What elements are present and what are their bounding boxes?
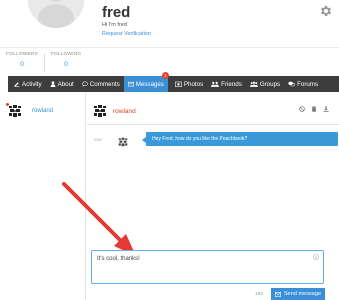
message-row: Hey Fred, how do you like the Peachbook? — [118, 132, 338, 147]
profile-name: fred — [102, 4, 131, 21]
trash-icon[interactable] — [311, 106, 317, 112]
tab-photos-label: Photos — [183, 80, 204, 88]
tab-groups-label: Groups — [259, 80, 281, 88]
thread-header: rowland — [93, 104, 136, 118]
profile-stats: FOLLOWERS 0 FOLLOWING 0 — [0, 47, 339, 77]
groups-icon — [249, 81, 258, 87]
send-message-button[interactable]: Send message — [271, 288, 325, 300]
followers-label: FOLLOWERS — [6, 52, 38, 57]
tab-forums[interactable]: Forums — [284, 76, 322, 92]
envelope-icon — [127, 81, 134, 87]
comment-icon — [82, 81, 88, 87]
following-count: 0 — [64, 61, 68, 68]
conversation-name: rowland — [32, 108, 54, 114]
tab-comments-label: Comments — [89, 80, 120, 88]
edit-icon — [14, 82, 20, 87]
sender-avatar — [118, 134, 128, 147]
followers-count: 0 — [20, 61, 24, 68]
tab-groups[interactable]: Groups — [246, 76, 284, 92]
tab-activity[interactable]: Activity — [10, 76, 46, 92]
friends-icon — [211, 81, 220, 87]
message-input[interactable]: It's cool, thanks! — [92, 251, 323, 283]
tab-messages[interactable]: Messages 1 — [123, 72, 169, 92]
tab-about-label: About — [57, 80, 74, 88]
tab-friends-label: Friends — [221, 80, 242, 88]
profile-avatar — [28, 0, 84, 28]
tab-photos[interactable]: Photos — [171, 76, 207, 92]
emoji-icon[interactable] — [313, 254, 319, 260]
rowland-avatar — [6, 103, 22, 118]
block-icon[interactable] — [299, 106, 305, 112]
profile-bio: Hi I'm fred — [102, 22, 127, 28]
patterned-avatar-icon — [93, 104, 107, 118]
tab-comments[interactable]: Comments — [78, 76, 124, 92]
unread-dot — [6, 103, 9, 106]
annotation-arrow-icon — [62, 182, 136, 256]
tab-messages-label: Messages — [135, 80, 164, 88]
recipient-avatar — [93, 104, 107, 118]
recipient-name[interactable]: rowland — [113, 108, 136, 115]
request-verification-link[interactable]: Request Verification — [102, 31, 151, 37]
tab-forums-label: Forums — [297, 80, 319, 88]
envelope-icon — [274, 291, 281, 297]
tab-friends[interactable]: Friends — [207, 76, 246, 92]
conversation-item[interactable]: rowland — [6, 103, 54, 118]
followers-stat[interactable]: FOLLOWERS 0 — [3, 52, 41, 68]
following-label: FOLLOWING — [50, 52, 82, 57]
profile-navbar: Activity About Comments Messages 1 Photo… — [8, 72, 339, 92]
thread-divider — [87, 124, 339, 125]
message-bubble: Hey Fred, how do you like the Peachbook? — [142, 132, 338, 146]
thread-actions — [299, 106, 329, 112]
stats-divider — [44, 54, 45, 72]
download-icon[interactable] — [323, 106, 329, 112]
tab-activity-label: Activity — [22, 80, 42, 88]
send-message-label: Send message — [283, 291, 322, 297]
character-count: 182 — [255, 292, 264, 297]
photo-icon — [174, 81, 182, 87]
messages-badge: 1 — [161, 72, 169, 79]
tab-about[interactable]: About — [46, 76, 78, 92]
patterned-avatar-icon — [8, 104, 22, 118]
message-compose-box: It's cool, thanks! — [91, 250, 324, 284]
forum-icon — [288, 81, 296, 87]
message-time: now — [94, 137, 102, 142]
patterned-avatar-icon — [118, 137, 128, 147]
following-stat[interactable]: FOLLOWING 0 — [47, 52, 85, 68]
gear-icon[interactable] — [319, 4, 333, 18]
user-icon — [50, 81, 56, 87]
